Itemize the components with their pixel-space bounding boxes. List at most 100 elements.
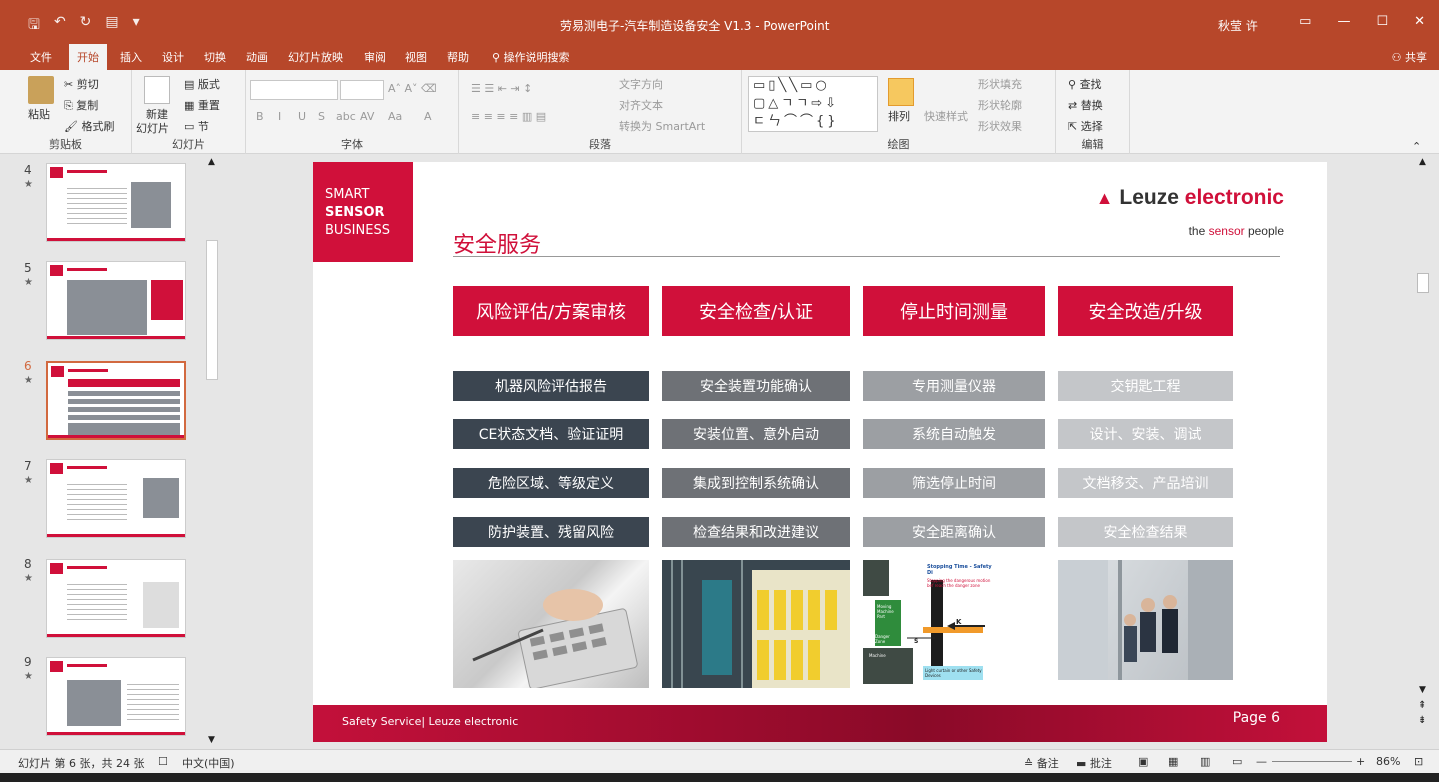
comments-button[interactable]: ▬ 批注 [1076, 755, 1112, 771]
spell-check-icon[interactable]: ☐ [158, 755, 168, 768]
close-icon[interactable]: ✕ [1414, 14, 1425, 29]
cut-button[interactable]: ✂ 剪切 [64, 76, 99, 92]
scroll-down-icon[interactable]: ▼ [208, 735, 215, 745]
font-name-input[interactable] [250, 80, 338, 100]
notes-button[interactable]: ≙ 备注 [1024, 755, 1059, 771]
tab-review[interactable]: 审阅 [364, 49, 386, 65]
shape-fill-button[interactable]: 形状填充 [978, 76, 1022, 92]
fit-slide-icon[interactable]: ⊡ [1414, 755, 1423, 768]
text-direction-button[interactable]: 文字方向 [619, 76, 663, 92]
scroll-up-icon[interactable]: ▲ [1419, 157, 1426, 167]
zoom-slider[interactable] [1272, 761, 1352, 762]
header-safety-upgrade[interactable]: 安全改造/升级 [1058, 286, 1233, 336]
tab-slideshow[interactable]: 幻灯片放映 [288, 49, 343, 65]
cell-r4c3[interactable]: 安全距离确认 [863, 517, 1045, 547]
underline-button[interactable]: U [298, 110, 306, 123]
select-button[interactable]: ⇱ 选择 [1068, 118, 1103, 134]
present-icon[interactable]: ▤ [105, 14, 118, 38]
control-cabinet-photo[interactable] [662, 560, 850, 688]
find-button[interactable]: ⚲ 查找 [1068, 76, 1102, 92]
cell-r3c1[interactable]: 危险区域、等级定义 [453, 468, 649, 498]
thumbnail-scroll-thumb[interactable] [206, 240, 218, 380]
bold-button[interactable]: B [256, 110, 264, 123]
italic-button[interactable]: I [278, 110, 281, 123]
tab-view[interactable]: 视图 [405, 49, 427, 65]
cell-r1c2[interactable]: 安全装置功能确认 [662, 371, 850, 401]
previous-slide-icon[interactable]: ⇞ [1418, 700, 1426, 711]
share-button[interactable]: ⚇ 共享 [1392, 49, 1427, 65]
cell-r3c3[interactable]: 筛选停止时间 [863, 468, 1045, 498]
slide-title[interactable]: 安全服务 [453, 227, 541, 259]
shadow-button[interactable]: S [318, 110, 325, 123]
normal-view-icon[interactable]: ▣ [1138, 755, 1148, 768]
zoom-out-icon[interactable]: — [1256, 755, 1267, 768]
stopping-time-diagram[interactable]: Stopping Time - Safety Di Stopping the d… [863, 560, 996, 688]
bullets-icon[interactable]: ☰ ☰ ⇤ ⇥ ↕ [471, 82, 532, 95]
align-icons[interactable]: ≡ ≡ ≡ ≡ ▥ ▤ [471, 110, 546, 123]
shapes-gallery[interactable]: ▭▯╲╲▭○ ▢△ㄱㄱ⇨⇩ ㄷㄣ⌒⌒{} [748, 76, 878, 132]
layout-button[interactable]: ▤ 版式 [184, 76, 220, 92]
scroll-down-icon[interactable]: ▼ [1419, 685, 1426, 695]
undo-icon[interactable]: ↶ [54, 14, 66, 38]
slide-thumbnail-6[interactable] [46, 361, 186, 440]
thumbnail-scrollbar[interactable]: ▲ ▼ [204, 155, 220, 747]
cell-r2c1[interactable]: CE状态文档、验证证明 [453, 419, 649, 449]
scroll-up-icon[interactable]: ▲ [208, 157, 215, 167]
font-color-button[interactable]: A [424, 110, 432, 123]
tell-me-search[interactable]: ⚲ 操作说明搜索 [492, 49, 570, 65]
slide-thumbnail-4[interactable] [46, 163, 186, 242]
copy-button[interactable]: ⎘ 复制 [64, 97, 98, 113]
tab-transitions[interactable]: 切换 [204, 49, 226, 65]
tab-help[interactable]: 帮助 [447, 49, 469, 65]
redo-icon[interactable]: ↻ [80, 14, 92, 38]
paste-button[interactable]: 粘贴 [28, 106, 50, 122]
quick-styles-button[interactable]: 快速样式 [924, 108, 968, 124]
header-safety-inspection[interactable]: 安全检查/认证 [662, 286, 850, 336]
ribbon-display-icon[interactable]: ▭ [1299, 14, 1311, 29]
slide-thumbnail-8[interactable] [46, 559, 186, 638]
minimize-icon[interactable]: — [1337, 14, 1350, 29]
section-button[interactable]: ▭ 节 [184, 118, 209, 134]
cell-r3c2[interactable]: 集成到控制系统确认 [662, 468, 850, 498]
slide-thumbnail-5[interactable] [46, 261, 186, 340]
cell-r4c1[interactable]: 防护装置、残留风险 [453, 517, 649, 547]
cell-r2c4[interactable]: 设计、安装、调试 [1058, 419, 1233, 449]
shape-outline-button[interactable]: 形状轮廓 [978, 97, 1022, 113]
maximize-icon[interactable]: ☐ [1376, 14, 1388, 29]
char-spacing-button[interactable]: AV [360, 110, 374, 123]
next-slide-icon[interactable]: ⇟ [1418, 715, 1426, 726]
cell-r4c4[interactable]: 安全检查结果 [1058, 517, 1233, 547]
cell-r2c2[interactable]: 安装位置、意外启动 [662, 419, 850, 449]
font-grow-shrink-icon[interactable]: A˄ A˅ ⌫ [388, 82, 437, 95]
tab-home[interactable]: 开始 [69, 44, 107, 70]
zoom-level[interactable]: 86% [1376, 755, 1400, 768]
strikethrough-button[interactable]: abc [336, 110, 356, 123]
cell-r1c4[interactable]: 交钥匙工程 [1058, 371, 1233, 401]
reading-view-icon[interactable]: ▥ [1200, 755, 1210, 768]
format-painter-button[interactable]: 🖌 格式刷 [64, 118, 114, 134]
engineers-photo[interactable] [1058, 560, 1233, 680]
cell-r1c1[interactable]: 机器风险评估报告 [453, 371, 649, 401]
replace-button[interactable]: ⇄ 替换 [1068, 97, 1103, 113]
language-indicator[interactable]: 中文(中国) [182, 755, 235, 771]
tab-design[interactable]: 设计 [162, 49, 184, 65]
reset-button[interactable]: ▦ 重置 [184, 97, 220, 113]
shape-effects-button[interactable]: 形状效果 [978, 118, 1022, 134]
slide-scrollbar[interactable]: ▲ ▼ ⇞ ⇟ [1415, 155, 1431, 747]
save-icon[interactable]: 🖫 [28, 14, 40, 38]
slideshow-view-icon[interactable]: ▭ [1232, 755, 1242, 768]
smartart-button[interactable]: 转换为 SmartArt [619, 118, 705, 134]
cell-r4c2[interactable]: 检查结果和改进建议 [662, 517, 850, 547]
slide-canvas[interactable]: SMART SENSOR BUSINESS ▲ Leuze electronic … [313, 162, 1327, 742]
zoom-in-icon[interactable]: + [1356, 755, 1365, 768]
cell-r1c3[interactable]: 专用测量仪器 [863, 371, 1045, 401]
tab-animations[interactable]: 动画 [246, 49, 268, 65]
header-stop-time[interactable]: 停止时间测量 [863, 286, 1045, 336]
calculator-photo[interactable] [453, 560, 649, 688]
customize-qat-icon[interactable]: ▾ [133, 14, 140, 38]
tab-insert[interactable]: 插入 [120, 49, 142, 65]
slide-sorter-icon[interactable]: ▦ [1168, 755, 1178, 768]
new-slide-label[interactable]: 幻灯片 [136, 120, 169, 136]
cell-r2c3[interactable]: 系统自动触发 [863, 419, 1045, 449]
arrange-button[interactable]: 排列 [888, 108, 910, 124]
